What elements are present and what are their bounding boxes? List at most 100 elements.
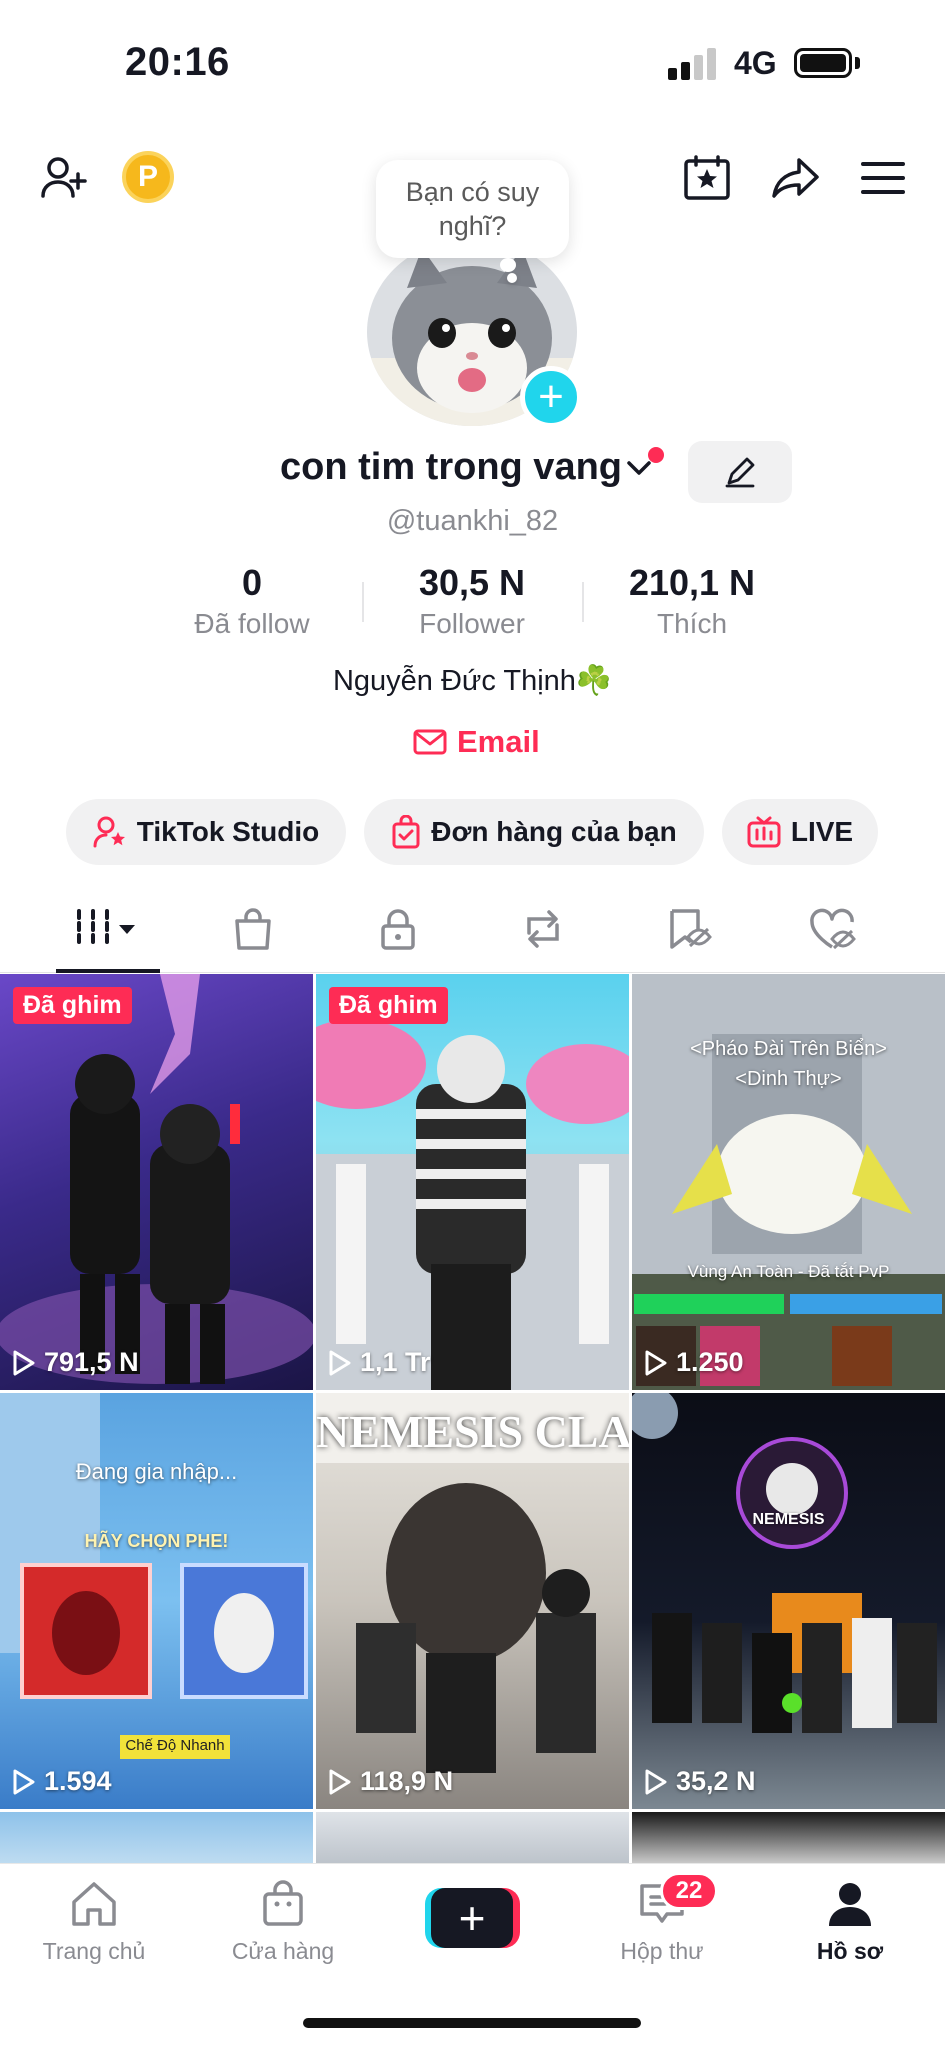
view-count-value: 118,9 N xyxy=(360,1766,454,1796)
studio-icon xyxy=(93,816,125,848)
video-overlay-text: Đang gia nhập... xyxy=(75,1459,238,1484)
home-icon xyxy=(72,1882,116,1926)
play-icon xyxy=(13,1769,35,1794)
play-icon xyxy=(329,1350,351,1375)
video-image xyxy=(0,974,313,1384)
stat-divider xyxy=(582,582,584,622)
menu-icon[interactable] xyxy=(858,152,908,204)
tab-private[interactable] xyxy=(358,903,438,955)
display-name[interactable]: con tim trong vang xyxy=(280,446,622,489)
coin-icon[interactable]: P xyxy=(122,151,174,203)
view-count: 35,2 N xyxy=(644,1766,756,1797)
shopping-bag-icon xyxy=(392,815,420,849)
orders-label: Đơn hàng của bạn xyxy=(431,816,677,847)
stat-following-label: Đã follow xyxy=(194,608,310,639)
video-thumbnail[interactable]: Đã ghim 791,5 N xyxy=(0,974,313,1390)
battery-icon xyxy=(794,48,852,78)
video-overlay-text: <Pháo Đài Trên Biển> xyxy=(690,1038,887,1060)
view-count: 1.250 xyxy=(644,1347,744,1378)
nav-home[interactable]: Trang chủ xyxy=(24,1880,164,1965)
nav-profile[interactable]: Hồ sơ xyxy=(780,1880,920,1965)
stat-likes-value: 210,1 N xyxy=(628,562,756,603)
tiktok-studio-button[interactable]: TikTok Studio xyxy=(66,799,346,865)
calendar-star-icon[interactable] xyxy=(680,152,734,204)
tab-liked[interactable] xyxy=(793,903,873,955)
live-tv-icon xyxy=(747,816,781,848)
tab-reposts[interactable] xyxy=(503,903,583,955)
repost-icon xyxy=(527,910,559,948)
play-icon xyxy=(645,1350,667,1375)
home-indicator xyxy=(303,2018,641,2028)
video-thumbnail[interactable]: <Pháo Đài Trên Biển> <Dinh Thự> Vùng An … xyxy=(632,974,945,1390)
battery-cap xyxy=(855,57,860,69)
mail-icon xyxy=(413,729,447,755)
video-image xyxy=(316,1019,629,1390)
video-thumbnail[interactable]: NEMESIS 35,2 N xyxy=(632,1393,945,1809)
shop-bag-icon xyxy=(263,1880,303,1926)
bio: Nguyễn Đức Thịnh☘️ xyxy=(332,665,613,697)
tab-indicator xyxy=(56,969,160,973)
stat-followers[interactable]: 30,5 N Follower xyxy=(372,562,572,640)
bookmark-hidden-icon xyxy=(670,909,712,949)
share-icon[interactable] xyxy=(768,152,824,204)
video-thumbnail[interactable]: NEMESIS CLA 118,9 N xyxy=(316,1393,629,1809)
view-count: 118,9 N xyxy=(328,1766,453,1797)
stat-following[interactable]: 0 Đã follow xyxy=(152,562,352,640)
view-count: 791,5 N xyxy=(12,1347,139,1378)
nav-home-label: Trang chủ xyxy=(42,1938,146,1964)
stat-followers-value: 30,5 N xyxy=(418,562,526,603)
stat-following-value: 0 xyxy=(241,562,263,603)
play-icon xyxy=(13,1350,35,1375)
stat-likes-label: Thích xyxy=(656,608,728,639)
edit-profile-button[interactable] xyxy=(688,441,792,503)
grid-icon xyxy=(77,909,135,949)
stats-row: 0 Đã follow 30,5 N Follower 210,1 N Thíc… xyxy=(0,562,945,642)
email-link[interactable]: Email xyxy=(413,722,540,762)
plus-icon: + xyxy=(431,1888,513,1948)
play-icon xyxy=(645,1769,667,1794)
lock-icon xyxy=(381,909,415,950)
bubble-tail xyxy=(500,258,516,272)
pencil-icon xyxy=(725,457,755,488)
status-bar: 20:16 4G xyxy=(0,0,945,120)
username: @tuankhi_82 xyxy=(386,505,559,537)
orders-button[interactable]: Đơn hàng của bạn xyxy=(364,799,704,865)
view-count-value: 1.594 xyxy=(44,1766,112,1796)
video-overlay-text: <Dinh Thự> xyxy=(735,1068,842,1090)
stat-followers-label: Follower xyxy=(419,608,525,639)
video-thumbnail[interactable]: Đang gia nhập... HÃY CHỌN PHE! Chế Độ Nh… xyxy=(0,1393,313,1809)
shopping-bag-icon xyxy=(235,908,271,950)
signal-icon xyxy=(668,48,718,80)
create-button[interactable]: + xyxy=(425,1888,520,1948)
video-overlay-text: Vùng An Toàn - Đã tắt PvP xyxy=(687,1262,890,1281)
add-avatar-button[interactable]: + xyxy=(520,366,582,428)
tab-shop[interactable] xyxy=(213,903,293,955)
video-overlay-text: NEMESIS xyxy=(752,1511,825,1528)
add-friend-icon[interactable] xyxy=(36,150,92,206)
coin-letter: P xyxy=(137,160,158,193)
stat-divider xyxy=(362,582,364,622)
stat-likes[interactable]: 210,1 N Thích xyxy=(592,562,792,640)
video-thumbnail[interactable]: Đã ghim 1,1 Tr xyxy=(316,974,629,1390)
thought-bubble[interactable]: Bạn có suy nghĩ? xyxy=(376,160,569,258)
view-count: 1,1 Tr xyxy=(328,1347,431,1378)
nav-inbox-label: Hộp thư xyxy=(620,1938,704,1964)
chevron-down-icon[interactable] xyxy=(625,456,653,485)
network-label: 4G xyxy=(734,45,777,81)
tab-favorites[interactable] xyxy=(648,903,728,955)
tab-videos[interactable] xyxy=(68,903,148,955)
pinned-badge: Đã ghim xyxy=(13,987,132,1024)
bubble-tail-dot xyxy=(507,273,517,283)
video-image xyxy=(632,974,945,1390)
notification-dot xyxy=(648,447,664,463)
profile-icon xyxy=(829,1883,871,1926)
nav-shop-label: Cửa hàng xyxy=(231,1938,335,1964)
nav-shop[interactable]: Cửa hàng xyxy=(213,1880,353,1965)
view-count-value: 1,1 Tr xyxy=(360,1347,431,1377)
live-label: LIVE xyxy=(790,816,854,847)
live-button[interactable]: LIVE xyxy=(722,799,878,865)
pinned-badge: Đã ghim xyxy=(329,987,448,1024)
view-count-value: 35,2 N xyxy=(676,1766,756,1796)
video-overlay-text: NEMESIS CLA xyxy=(316,1406,629,1457)
video-overlay-text: HÃY CHỌN PHE! xyxy=(84,1531,229,1551)
